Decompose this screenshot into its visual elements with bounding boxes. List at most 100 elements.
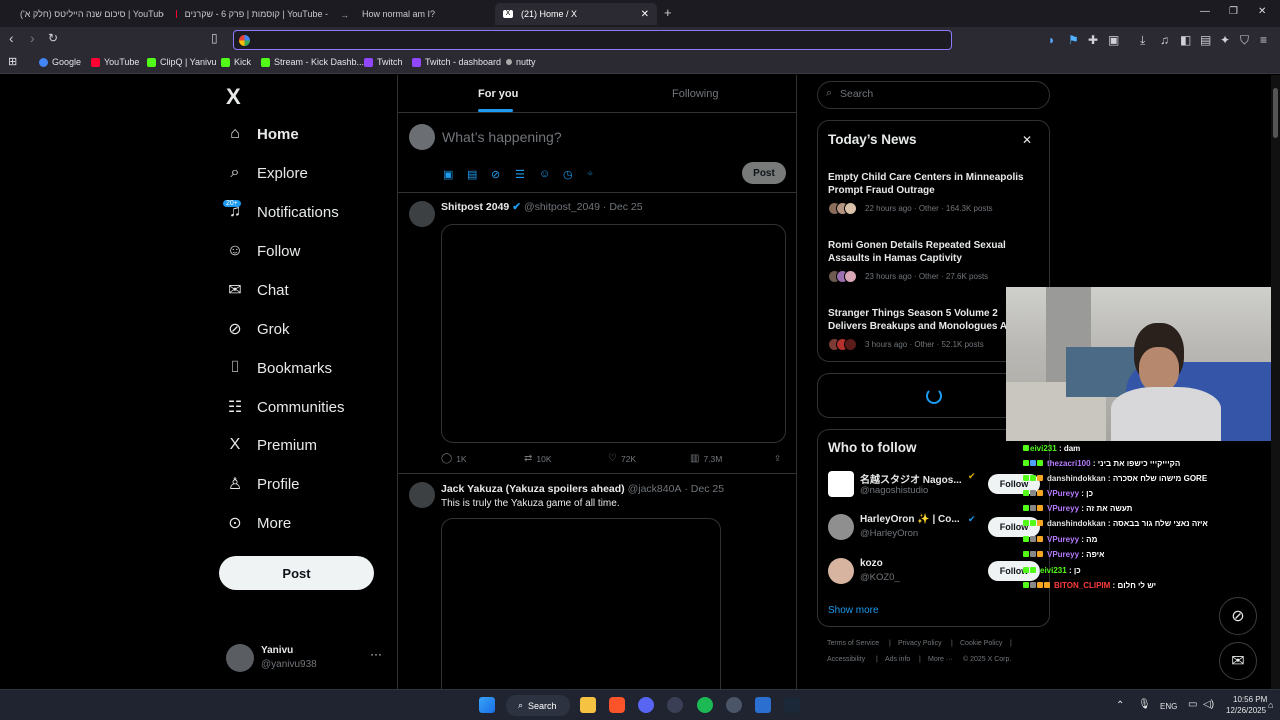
clock-date[interactable]: 12/26/2025: [1226, 706, 1266, 715]
steam-icon[interactable]: [784, 697, 800, 713]
sidebar-icon[interactable]: ◧: [1180, 33, 1191, 47]
footer-more[interactable]: More ···: [928, 656, 953, 663]
tweet-avatar[interactable]: [409, 482, 435, 508]
emoji-icon[interactable]: ☺: [539, 168, 551, 180]
search-input[interactable]: [840, 88, 1040, 100]
url-input[interactable]: [256, 33, 936, 48]
translate-icon[interactable]: ⚑: [1068, 33, 1079, 47]
tweet-handle[interactable]: @jack840A: [628, 483, 682, 495]
nav-chat[interactable]: ✉ Chat: [226, 281, 288, 300]
app-icon[interactable]: [755, 697, 771, 713]
tweet-date[interactable]: · Dec 25: [603, 201, 643, 213]
bookmark-kick-dashboard[interactable]: Stream - Kick Dashb...: [261, 57, 364, 67]
menu-icon[interactable]: ≡: [1260, 33, 1267, 47]
gif-icon[interactable]: ▤: [467, 168, 479, 181]
address-bar[interactable]: [233, 30, 952, 50]
bookmark-clipq[interactable]: ClipQ | Yanivu: [147, 57, 217, 67]
poll-icon[interactable]: ☰: [515, 168, 527, 181]
tweet-author[interactable]: Jack Yakuza (Yakuza spoilers ahead): [441, 483, 625, 495]
grok-fab-icon[interactable]: ⊘: [1219, 597, 1257, 635]
tab-following[interactable]: Following: [672, 88, 718, 100]
follow-suggestion[interactable]: 名越スタジオ Nagos... ✔ @nagoshistudio Follow: [818, 471, 1049, 503]
tweet-author[interactable]: Shitpost 2049: [441, 201, 509, 213]
reload-icon[interactable]: ↻: [48, 31, 58, 45]
microphone-icon[interactable]: 🎙: [1138, 699, 1151, 710]
bookmark-twitch-dashboard[interactable]: Twitch - dashboard: [412, 57, 501, 67]
nav-profile[interactable]: ♙ Profile: [226, 475, 300, 494]
scrollbar-thumb[interactable]: [1273, 88, 1278, 138]
search-box[interactable]: ⌕: [817, 81, 1050, 109]
schedule-icon[interactable]: ◷: [563, 168, 575, 181]
file-explorer-icon[interactable]: [580, 697, 596, 713]
tab-x-home[interactable]: X (21) Home / X ✕: [495, 3, 657, 25]
chevron-up-icon[interactable]: ⌃: [1116, 700, 1124, 711]
footer-accessibility[interactable]: Accessibility: [827, 656, 865, 663]
screenshot-icon[interactable]: ▣: [1108, 33, 1119, 47]
clock-time[interactable]: 10:56 PM: [1233, 695, 1267, 704]
restore-icon[interactable]: ❐: [1229, 6, 1238, 17]
nav-home[interactable]: ⌂ Home: [226, 125, 299, 143]
volume-icon[interactable]: ◁): [1203, 699, 1214, 710]
wallet-icon[interactable]: ▤: [1200, 33, 1211, 47]
speech-icon[interactable]: ◗: [1048, 33, 1055, 47]
footer-cookie[interactable]: Cookie Policy: [960, 640, 1002, 647]
tab-how-normal[interactable]: → How normal am I?: [332, 3, 492, 25]
post-button[interactable]: Post: [219, 556, 374, 590]
new-tab-button[interactable]: +: [664, 5, 672, 20]
bookmark-kick[interactable]: Kick: [221, 57, 251, 67]
discord-icon[interactable]: [638, 697, 654, 713]
notification-icon[interactable]: ⌂: [1268, 700, 1273, 710]
nav-follow[interactable]: ☺ Follow: [226, 242, 301, 260]
music-icon[interactable]: ♫: [1160, 33, 1169, 47]
tab-youtube-1[interactable]: סיכום שנה הייליטס (חלק א') | YouTube: [4, 3, 164, 25]
tweet-avatar[interactable]: [409, 201, 435, 227]
download-icon[interactable]: ⤓: [1140, 33, 1145, 48]
apps-grid-icon[interactable]: ⊞: [8, 55, 17, 68]
minimize-icon[interactable]: —: [1200, 6, 1210, 17]
start-icon[interactable]: [479, 697, 495, 713]
repost-button[interactable]: ⇄ 10K: [524, 453, 552, 464]
more-dots-icon[interactable]: ···: [370, 647, 382, 661]
follow-suggestion[interactable]: HarleyOron ✨ | Co... ✔ @HarleyOron Follo…: [818, 514, 1049, 546]
bookmark-youtube[interactable]: YouTube: [91, 57, 139, 67]
media-icon[interactable]: ▣: [443, 168, 455, 181]
tweet-media[interactable]: [441, 224, 786, 443]
views-button[interactable]: ▥ 7.3M: [690, 453, 722, 464]
bookmark-nutty[interactable]: nutty: [506, 57, 536, 67]
follow-suggestion[interactable]: kozo @KOZ0_ Follow: [818, 558, 1049, 590]
brave-icon[interactable]: [609, 697, 625, 713]
like-button[interactable]: ♡ 72K: [608, 453, 636, 464]
tweet-date[interactable]: · Dec 25: [684, 483, 724, 495]
messages-fab-icon[interactable]: ✉: [1219, 642, 1257, 680]
extensions-icon[interactable]: ✚: [1088, 33, 1098, 47]
close-tab-icon[interactable]: ✕: [641, 9, 649, 20]
footer-privacy[interactable]: Privacy Policy: [898, 640, 942, 647]
taskbar-search[interactable]: ⌕ Search: [506, 695, 570, 716]
close-window-icon[interactable]: ✕: [1258, 6, 1266, 17]
grok-icon[interactable]: ⊘: [491, 168, 503, 181]
tab-youtube-2[interactable]: קוסמות | פרק 6 - שקרנים | YouTube -: [168, 3, 328, 25]
forward-icon[interactable]: ›: [30, 30, 35, 46]
back-icon[interactable]: ‹: [9, 30, 14, 46]
tweet-media[interactable]: [441, 518, 721, 689]
nav-communities[interactable]: ☷ Communities: [226, 398, 345, 417]
page-scrollbar[interactable]: [1271, 75, 1280, 689]
nav-explore[interactable]: ⌕ Explore: [226, 164, 308, 182]
close-icon[interactable]: ✕: [1022, 133, 1032, 147]
news-item[interactable]: Empty Child Care Centers in Minneapolis …: [818, 171, 1049, 223]
app-icon[interactable]: [667, 697, 683, 713]
location-icon[interactable]: ⌖: [587, 168, 599, 180]
nav-notifications[interactable]: ♫ Notifications: [226, 203, 339, 221]
footer-ads-info[interactable]: Ads info: [885, 656, 910, 663]
tweet-handle[interactable]: @shitpost_2049: [524, 201, 600, 213]
composer-input[interactable]: What’s happening?: [442, 129, 562, 145]
shield-icon[interactable]: ⛉: [1240, 33, 1249, 48]
account-switcher[interactable]: Yanivu @yanivu938 ···: [226, 643, 386, 675]
nav-grok[interactable]: ⊘ Grok: [226, 320, 289, 339]
spotify-icon[interactable]: [697, 697, 713, 713]
share-icon[interactable]: ⇪: [774, 453, 781, 464]
nav-premium[interactable]: X Premium: [226, 436, 317, 454]
composer-post-button[interactable]: Post: [742, 162, 786, 184]
tab-for-you[interactable]: For you: [478, 88, 518, 100]
footer-terms[interactable]: Terms of Service: [827, 640, 879, 647]
